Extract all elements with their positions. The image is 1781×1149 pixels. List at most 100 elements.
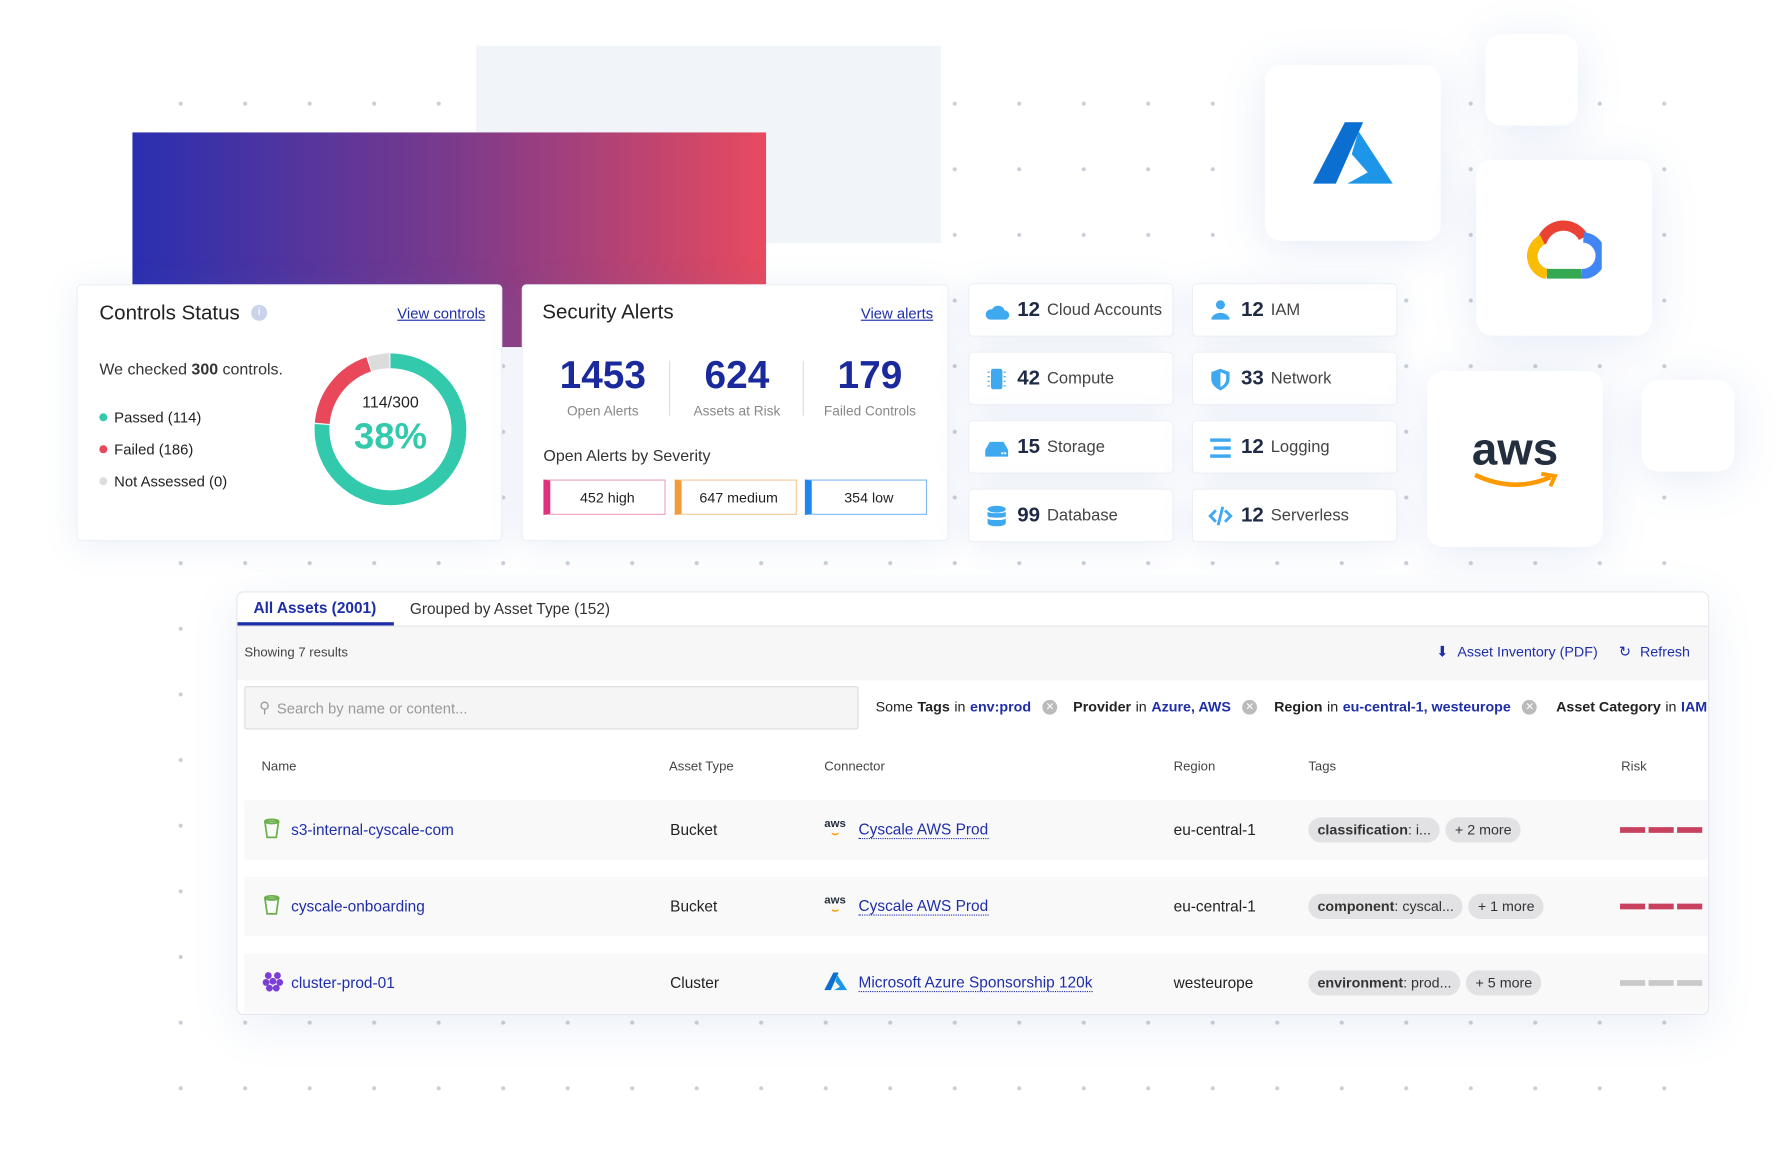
tags: component: cyscal... + 1 more: [1308, 893, 1544, 920]
bucket-icon: [263, 818, 280, 839]
view-alerts-link[interactable]: View alerts: [861, 305, 933, 322]
table-row[interactable]: cyscale-onboarding Bucket aws ⌣ Cyscale A…: [244, 876, 1708, 937]
code-icon: [1208, 505, 1233, 525]
col-tags[interactable]: Tags: [1308, 760, 1336, 774]
col-risk[interactable]: Risk: [1621, 760, 1647, 774]
filter-region[interactable]: Region in eu-central-1, westeurope ✕: [1274, 699, 1538, 715]
stat-assets-at-risk[interactable]: 624 Assets at Risk: [671, 354, 802, 419]
google-cloud-logo: [1476, 159, 1652, 336]
security-alerts-card: Security Alerts View alerts 1453 Open Ale…: [521, 284, 949, 542]
user-icon: [1211, 299, 1230, 320]
donut-fraction: 114/300: [362, 392, 419, 412]
more-tags-chip[interactable]: + 5 more: [1466, 970, 1542, 996]
cluster-icon: [262, 972, 284, 992]
resource-count: 33: [1240, 366, 1264, 390]
resource-count: 42: [1017, 366, 1041, 390]
resource-card-network[interactable]: 33 Network: [1191, 351, 1398, 406]
chip-icon: [987, 368, 1006, 389]
asset-type: Cluster: [670, 974, 719, 992]
remove-filter-icon[interactable]: ✕: [1522, 699, 1538, 715]
resource-card-cloud-accounts[interactable]: 12 Cloud Accounts: [968, 283, 1174, 337]
severity-title: Open Alerts by Severity: [543, 446, 711, 465]
connector-link[interactable]: Cyscale AWS Prod: [858, 821, 989, 840]
checked-text: We checked 300 controls.: [99, 359, 283, 378]
cloud-icon: [985, 305, 1010, 320]
storage-icon: [985, 441, 1009, 457]
bucket-icon: [263, 895, 280, 915]
severity-high[interactable]: 452 high: [543, 479, 666, 515]
severity-medium[interactable]: 647 medium: [674, 479, 797, 515]
tag-chip[interactable]: component: cyscal...: [1308, 893, 1463, 920]
resource-card-database[interactable]: 99 Database: [968, 488, 1174, 543]
controls-status-card: Controls Status i View controls We check…: [76, 284, 503, 542]
filter-asset-category[interactable]: Asset Category in IAM,: [1556, 699, 1708, 715]
table-row[interactable]: s3-internal-cyscale-com Bucket aws ⌣ Cysc…: [244, 800, 1708, 860]
tags: classification: i... + 2 more: [1308, 817, 1521, 843]
col-connector[interactable]: Connector: [824, 760, 885, 774]
region: westeurope: [1173, 974, 1254, 992]
asset-name-link[interactable]: cyscale-onboarding: [291, 898, 425, 915]
legend-not-assessed: Not Assessed (0): [99, 473, 227, 490]
legend-failed: Failed (186): [99, 441, 193, 458]
col-region[interactable]: Region: [1174, 760, 1216, 774]
more-tags-chip[interactable]: + 1 more: [1468, 893, 1544, 920]
asset-name-link[interactable]: cluster-prod-01: [291, 974, 395, 991]
view-controls-link[interactable]: View controls: [397, 305, 485, 322]
tags: environment: prod... + 5 more: [1308, 970, 1542, 996]
remove-filter-icon[interactable]: ✕: [1042, 699, 1058, 715]
severity-low[interactable]: 354 low: [804, 479, 928, 515]
download-icon: ⬇: [1436, 643, 1449, 660]
table-row[interactable]: cluster-prod-01 Cluster Microsoft Azure …: [244, 953, 1708, 1013]
tab-all-assets[interactable]: All Assets (2001): [237, 593, 394, 626]
stat-failed-controls[interactable]: 179 Failed Controls: [803, 354, 938, 419]
blank-tile: [1641, 380, 1735, 472]
asset-type: Bucket: [670, 821, 718, 839]
search-input[interactable]: ⚲ Search by name or content...: [244, 686, 859, 730]
azure-logo: [1264, 65, 1441, 241]
resource-label: Database: [1046, 506, 1118, 525]
col-name[interactable]: Name: [261, 760, 296, 774]
risk-indicator: [1620, 903, 1703, 910]
asset-inventory-pdf-button[interactable]: ⬇ Asset Inventory (PDF): [1436, 643, 1597, 660]
resource-card-iam[interactable]: 12 IAM: [1191, 283, 1398, 337]
blank-tile: [1485, 34, 1578, 126]
asset-name-link[interactable]: s3-internal-cyscale-com: [291, 821, 454, 838]
refresh-button[interactable]: ↻ Refresh: [1619, 643, 1690, 660]
col-asset-type[interactable]: Asset Type: [669, 760, 734, 774]
resource-label: Storage: [1046, 437, 1105, 457]
filter-tags[interactable]: Some Tags in env:prod ✕: [876, 699, 1058, 715]
stat-open-alerts[interactable]: 1453 Open Alerts: [534, 354, 671, 419]
region: eu-central-1: [1173, 821, 1256, 839]
resource-label: Network: [1270, 369, 1332, 388]
resource-count: 99: [1017, 503, 1041, 527]
resource-count: 12: [1240, 434, 1264, 458]
more-tags-chip[interactable]: + 2 more: [1445, 817, 1521, 843]
search-icon: ⚲: [259, 698, 271, 716]
results-count: Showing 7 results: [244, 646, 348, 660]
resource-card-serverless[interactable]: 12 Serverless: [1191, 488, 1398, 543]
resource-card-storage[interactable]: 15 Storage: [968, 420, 1174, 474]
bucket-icon-wrap: [263, 818, 281, 842]
tab-grouped-by-type[interactable]: Grouped by Asset Type (152): [394, 593, 626, 626]
resource-count: 12: [1240, 297, 1264, 321]
resource-label: Compute: [1046, 369, 1115, 388]
tag-chip[interactable]: environment: prod...: [1308, 970, 1461, 996]
database-icon: [987, 505, 1006, 526]
resource-card-logging[interactable]: 12 Logging: [1191, 420, 1398, 474]
divider: [669, 360, 671, 416]
bucket-icon-wrap: [263, 894, 281, 918]
azure-icon: [824, 972, 848, 994]
remove-filter-icon[interactable]: ✕: [1242, 699, 1258, 715]
donut-percent: 38%: [353, 415, 428, 457]
legend-passed: Passed (114): [99, 409, 201, 426]
connector-link[interactable]: Microsoft Azure Sponsorship 120k: [858, 974, 1093, 993]
tag-chip[interactable]: classification: i...: [1308, 817, 1441, 843]
aws-icon: aws ⌣: [824, 894, 846, 917]
refresh-icon: ↻: [1618, 643, 1631, 660]
info-icon[interactable]: i: [251, 304, 268, 321]
connector-link[interactable]: Cyscale AWS Prod: [858, 897, 989, 916]
card-title: Controls Status: [99, 301, 240, 325]
filter-provider[interactable]: Provider in Azure, AWS ✕: [1073, 699, 1258, 715]
resource-count: 12: [1240, 503, 1264, 527]
resource-card-compute[interactable]: 42 Compute: [968, 351, 1174, 406]
